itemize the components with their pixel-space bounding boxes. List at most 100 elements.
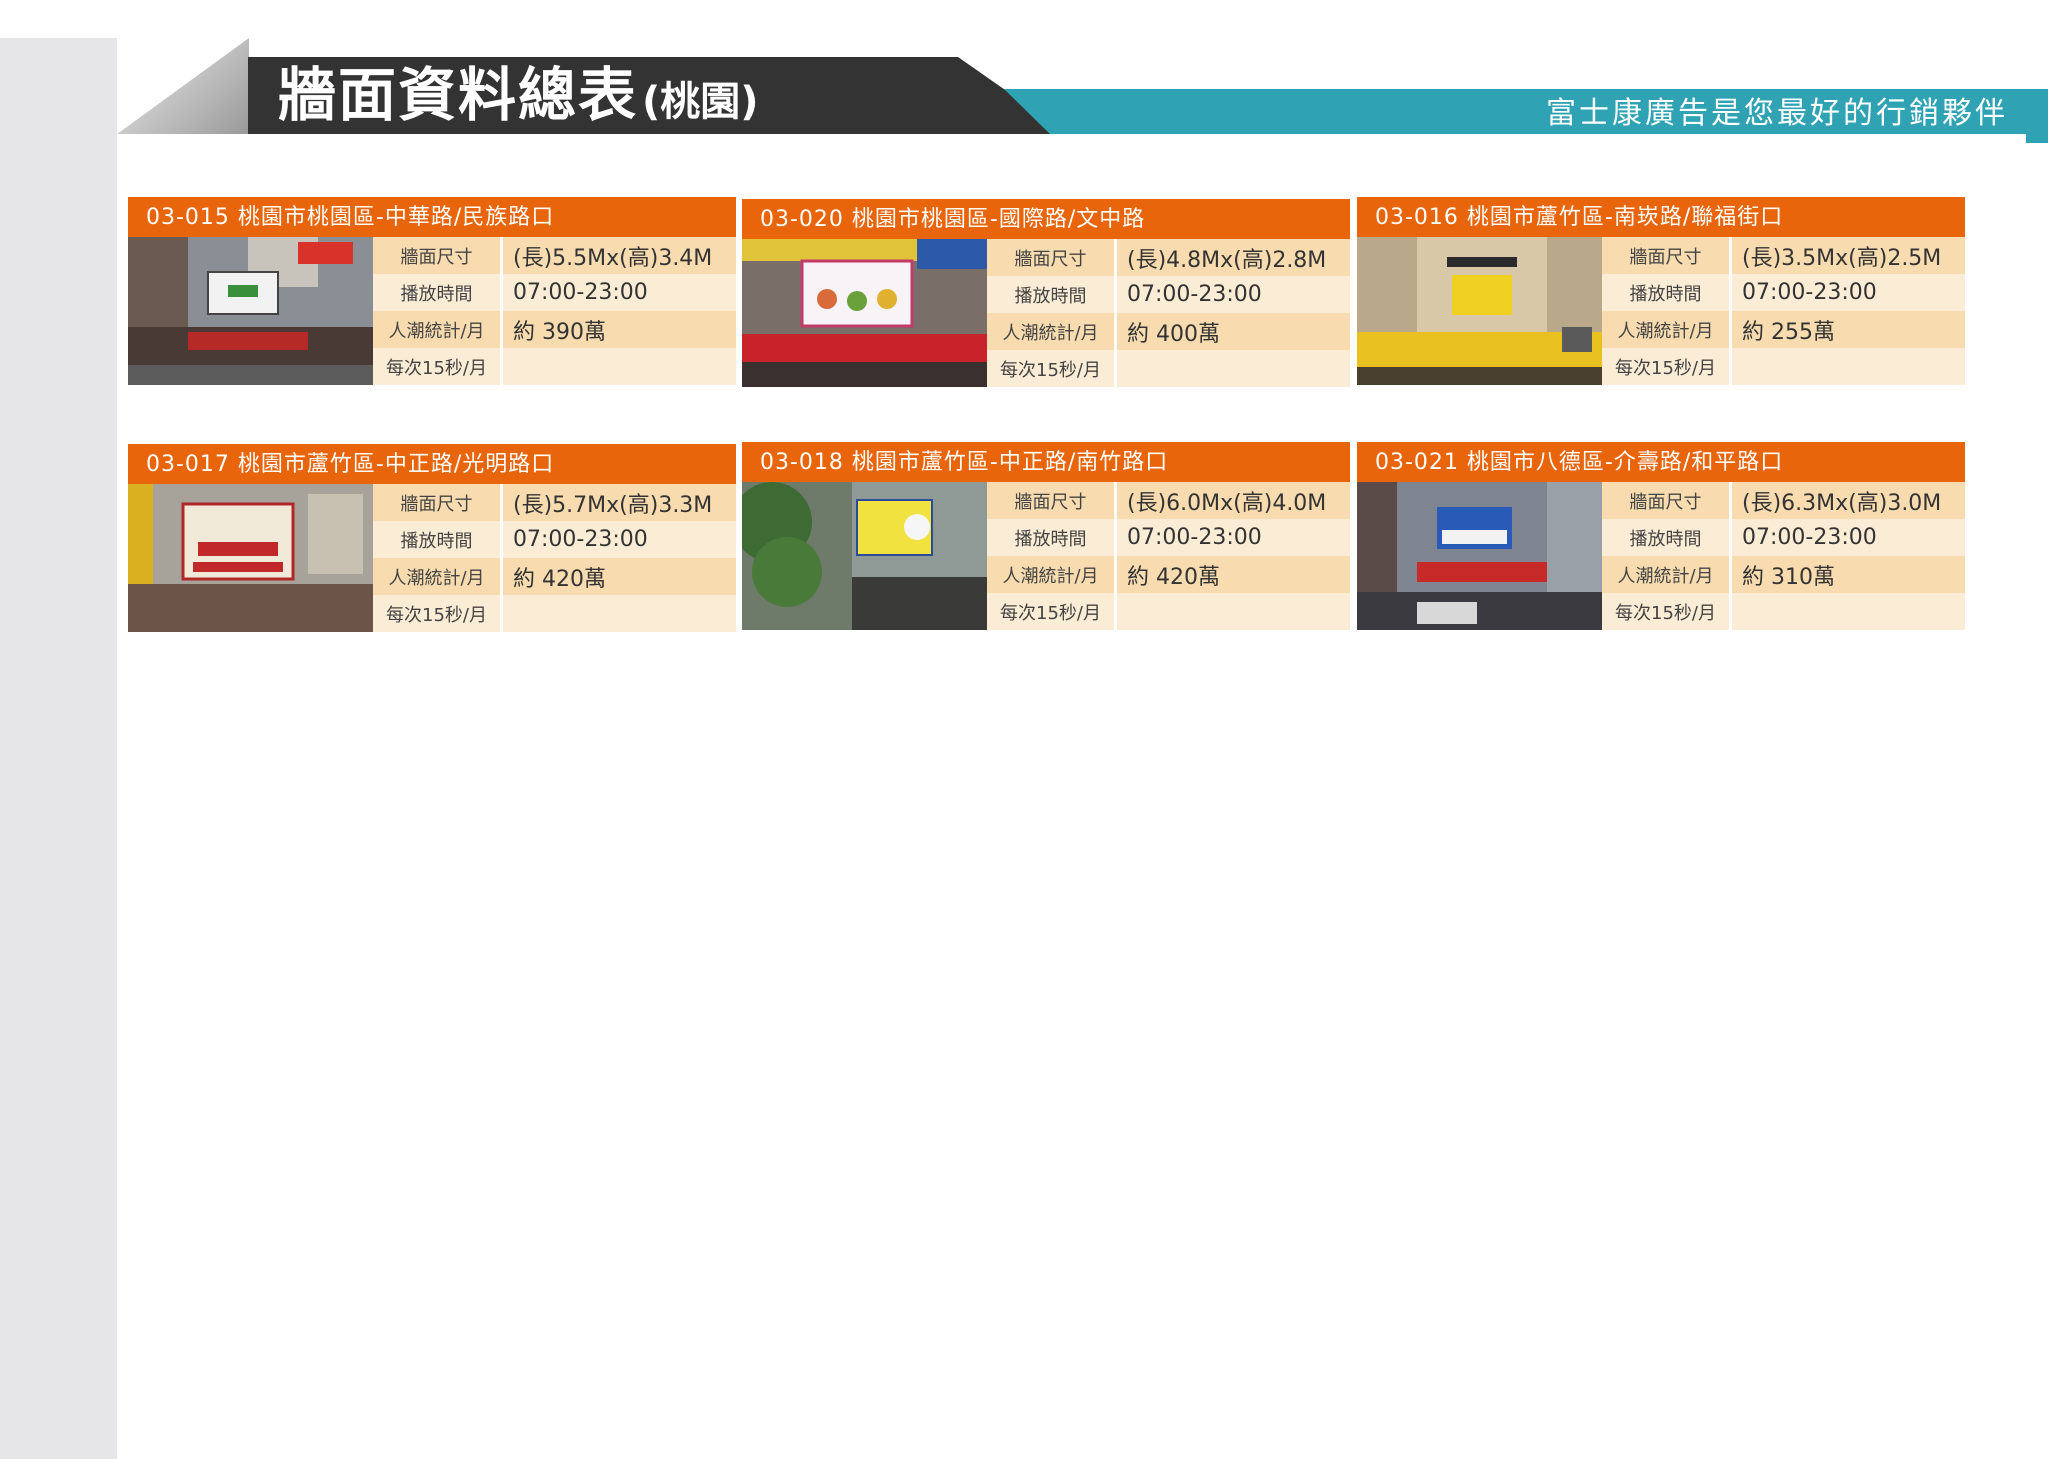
info-label: 播放時間 xyxy=(373,274,503,311)
listing-card: 03-015 桃園市桃園區-中華路/民族路口 牆面尺寸 (長)5.5Mx(高)3.… xyxy=(128,197,736,385)
info-row-hours: 播放時間 07:00-23:00 xyxy=(373,274,736,311)
info-label: 播放時間 xyxy=(1602,519,1732,556)
info-row-traffic: 人潮統計/月約 400萬 xyxy=(987,313,1350,350)
listing-photo xyxy=(742,482,987,630)
info-value: (長)5.5Mx(高)3.4M xyxy=(501,237,736,274)
page-title-main: 牆面資料總表 xyxy=(278,61,639,129)
info-label: 人潮統計/月 xyxy=(373,311,503,348)
info-value: 約 390萬 xyxy=(501,311,736,348)
info-label: 每次15秒/月 xyxy=(1602,593,1732,630)
listing-photo xyxy=(128,237,373,385)
info-row-size: 牆面尺寸 (長)6.0Mx(高)4.0M xyxy=(987,482,1350,519)
info-row-size: 牆面尺寸 (長)5.7Mx(高)3.3M xyxy=(373,484,736,521)
left-margin-band xyxy=(0,38,117,1459)
info-value xyxy=(501,595,736,632)
info-row-traffic: 人潮統計/月約 390萬 xyxy=(373,311,736,348)
info-value xyxy=(501,348,736,385)
info-label: 播放時間 xyxy=(987,519,1117,556)
listing-photo xyxy=(128,484,373,632)
listing-title: 03-017 桃園市蘆竹區-中正路/光明路口 xyxy=(128,444,736,484)
info-value: 07:00-23:00 xyxy=(1115,519,1350,556)
info-value: 07:00-23:00 xyxy=(1115,276,1350,313)
info-label: 人潮統計/月 xyxy=(987,313,1117,350)
info-row-hours: 播放時間 07:00-23:00 xyxy=(987,276,1350,313)
listing-title: 03-018 桃園市蘆竹區-中正路/南竹路口 xyxy=(742,442,1350,482)
info-value: (長)6.3Mx(高)3.0M xyxy=(1730,482,1965,519)
info-row-size: 牆面尺寸 (長)4.8Mx(高)2.8M xyxy=(987,239,1350,276)
slogan: 富士康廣告是您最好的行銷夥伴 xyxy=(1546,96,2008,131)
info-label: 牆面尺寸 xyxy=(1602,237,1732,274)
info-value: 07:00-23:00 xyxy=(501,274,736,311)
info-label: 牆面尺寸 xyxy=(987,482,1117,519)
info-value: 07:00-23:00 xyxy=(1730,274,1965,311)
info-label: 人潮統計/月 xyxy=(987,556,1117,593)
info-row-hours: 播放時間 07:00-23:00 xyxy=(1602,274,1965,311)
info-label: 播放時間 xyxy=(987,276,1117,313)
info-row-traffic: 人潮統計/月約 255萬 xyxy=(1602,311,1965,348)
info-label: 每次15秒/月 xyxy=(1602,348,1732,385)
info-value: (長)5.7Mx(高)3.3M xyxy=(501,484,736,521)
page-title-region: (桃園) xyxy=(642,79,759,125)
info-value: (長)4.8Mx(高)2.8M xyxy=(1115,239,1350,276)
info-label: 牆面尺寸 xyxy=(987,239,1117,276)
info-label: 每次15秒/月 xyxy=(987,350,1117,387)
info-label: 每次15秒/月 xyxy=(373,348,503,385)
listing-info-table: 牆面尺寸 (長)5.7Mx(高)3.3M 播放時間 07:00-23:00 人潮統計… xyxy=(373,484,736,632)
info-value: 約 255萬 xyxy=(1730,311,1965,348)
info-label: 播放時間 xyxy=(373,521,503,558)
info-row-per15: 每次15秒/月 xyxy=(1602,593,1965,630)
listing-title: 03-015 桃園市桃園區-中華路/民族路口 xyxy=(128,197,736,237)
info-row-per15: 每次15秒/月 xyxy=(373,595,736,632)
listing-info-table: 牆面尺寸 (長)3.5Mx(高)2.5M 播放時間 07:00-23:00 人潮統計… xyxy=(1602,237,1965,385)
info-row-traffic: 人潮統計/月約 420萬 xyxy=(987,556,1350,593)
listing-info-table: 牆面尺寸 (長)6.0Mx(高)4.0M 播放時間 07:00-23:00 人潮統計… xyxy=(987,482,1350,630)
corner-triangle xyxy=(117,38,249,134)
info-value xyxy=(1730,593,1965,630)
info-row-per15: 每次15秒/月 xyxy=(987,350,1350,387)
info-value: (長)3.5Mx(高)2.5M xyxy=(1730,237,1965,274)
listing-photo xyxy=(1357,237,1602,385)
info-row-traffic: 人潮統計/月約 310萬 xyxy=(1602,556,1965,593)
listing-info-table: 牆面尺寸 (長)6.3Mx(高)3.0M 播放時間 07:00-23:00 人潮統計… xyxy=(1602,482,1965,630)
info-value: 約 400萬 xyxy=(1115,313,1350,350)
info-row-size: 牆面尺寸 (長)5.5Mx(高)3.4M xyxy=(373,237,736,274)
info-value: 約 420萬 xyxy=(501,558,736,595)
listing-photo xyxy=(1357,482,1602,630)
page-title: 牆面資料總表 (桃園) xyxy=(278,57,759,134)
listing-title: 03-016 桃園市蘆竹區-南崁路/聯福街口 xyxy=(1357,197,1965,237)
info-label: 牆面尺寸 xyxy=(373,237,503,274)
info-row-size: 牆面尺寸 (長)3.5Mx(高)2.5M xyxy=(1602,237,1965,274)
info-row-hours: 播放時間 07:00-23:00 xyxy=(373,521,736,558)
info-label: 播放時間 xyxy=(1602,274,1732,311)
info-row-hours: 播放時間 07:00-23:00 xyxy=(1602,519,1965,556)
info-value: 07:00-23:00 xyxy=(501,521,736,558)
listing-title: 03-020 桃園市桃園區-國際路/文中路 xyxy=(742,199,1350,239)
info-value xyxy=(1730,348,1965,385)
info-value xyxy=(1115,350,1350,387)
listing-card: 03-021 桃園市八德區-介壽路/和平路口 牆面尺寸 (長)6.3Mx(高)3.… xyxy=(1357,442,1965,630)
info-row-traffic: 人潮統計/月約 420萬 xyxy=(373,558,736,595)
info-row-per15: 每次15秒/月 xyxy=(987,593,1350,630)
listing-info-table: 牆面尺寸 (長)4.8Mx(高)2.8M 播放時間 07:00-23:00 人潮統計… xyxy=(987,239,1350,387)
listing-title: 03-021 桃園市八德區-介壽路/和平路口 xyxy=(1357,442,1965,482)
listing-info-table: 牆面尺寸 (長)5.5Mx(高)3.4M 播放時間 07:00-23:00 人潮統計… xyxy=(373,237,736,385)
info-value: 07:00-23:00 xyxy=(1730,519,1965,556)
listing-card: 03-018 桃園市蘆竹區-中正路/南竹路口 牆面尺寸 (長)6.0Mx(高)4.… xyxy=(742,442,1350,630)
info-label: 每次15秒/月 xyxy=(987,593,1117,630)
info-row-per15: 每次15秒/月 xyxy=(1602,348,1965,385)
info-row-hours: 播放時間 07:00-23:00 xyxy=(987,519,1350,556)
listing-photo xyxy=(742,239,987,387)
info-label: 牆面尺寸 xyxy=(1602,482,1732,519)
listing-card: 03-020 桃園市桃園區-國際路/文中路 牆面尺寸 (長)4.8Mx(高)2.8… xyxy=(742,199,1350,387)
info-row-size: 牆面尺寸 (長)6.3Mx(高)3.0M xyxy=(1602,482,1965,519)
info-row-per15: 每次15秒/月 xyxy=(373,348,736,385)
info-label: 人潮統計/月 xyxy=(1602,556,1732,593)
listing-card: 03-016 桃園市蘆竹區-南崁路/聯福街口 牆面尺寸 (長)3.5Mx(高)2.… xyxy=(1357,197,1965,385)
info-label: 人潮統計/月 xyxy=(1602,311,1732,348)
info-value xyxy=(1115,593,1350,630)
info-value: 約 420萬 xyxy=(1115,556,1350,593)
info-value: 約 310萬 xyxy=(1730,556,1965,593)
info-label: 人潮統計/月 xyxy=(373,558,503,595)
listing-card: 03-017 桃園市蘆竹區-中正路/光明路口 牆面尺寸 (長)5.7Mx(高)3.… xyxy=(128,444,736,632)
slogan-bar-tab xyxy=(2026,89,2048,143)
